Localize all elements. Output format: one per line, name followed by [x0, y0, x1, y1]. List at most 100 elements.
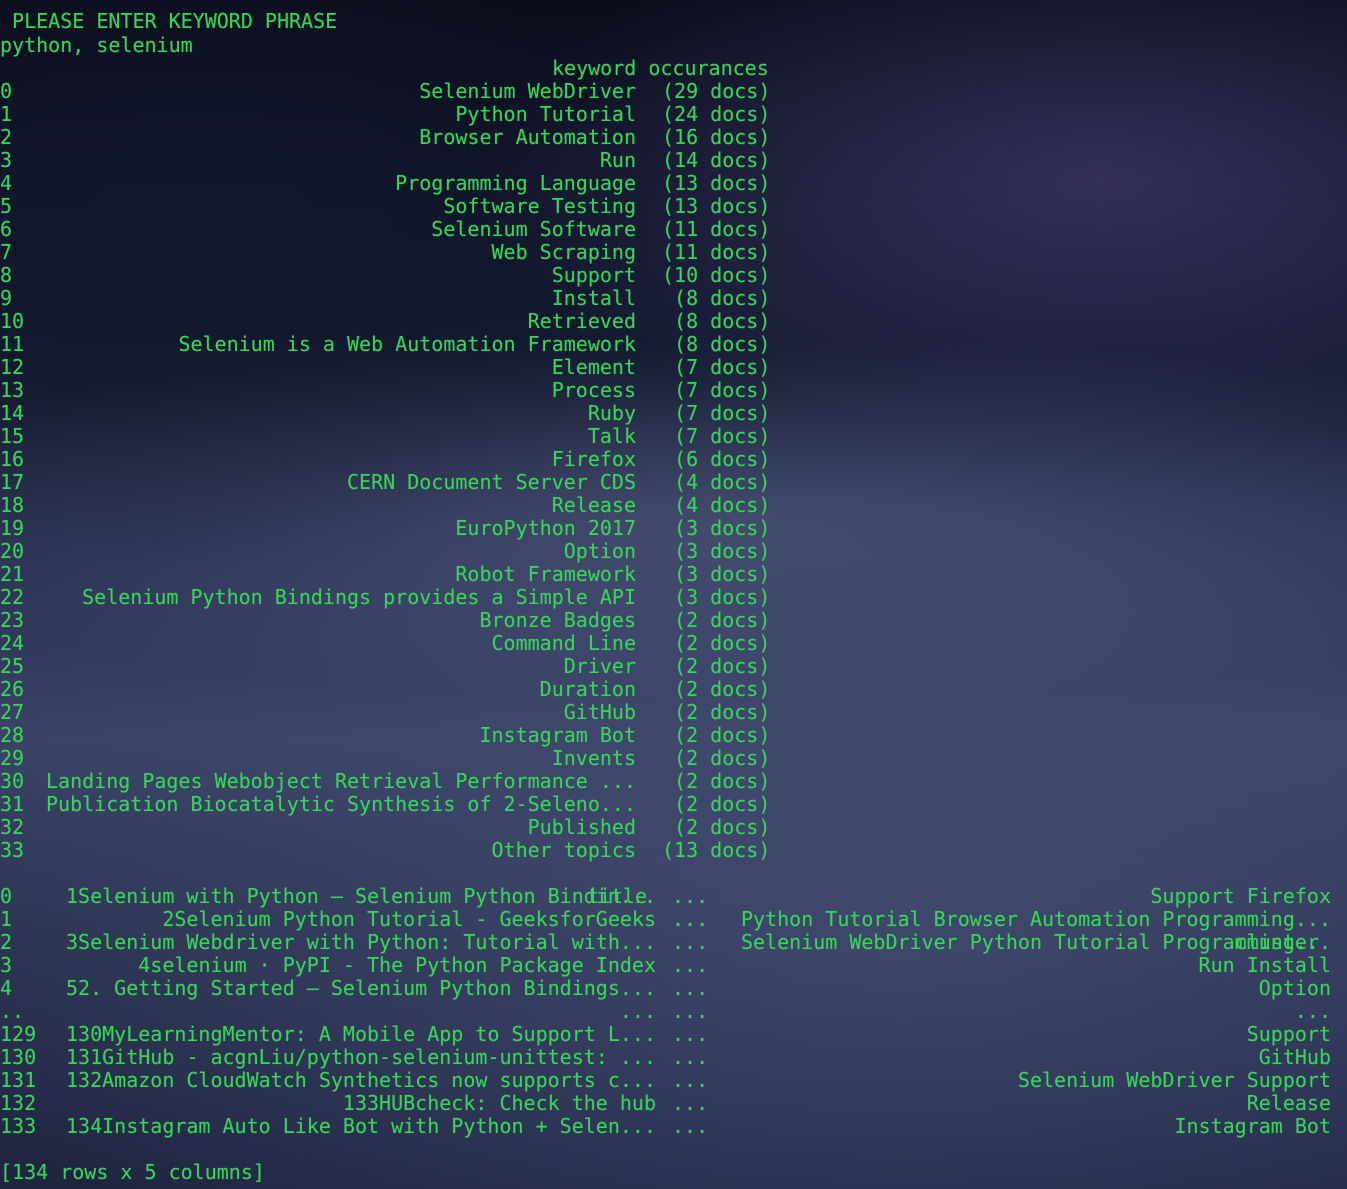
keyword-row-index: 18 — [0, 493, 25, 517]
keyword-row-docs: (7 docs) — [662, 378, 771, 402]
keyword-row: 6 Selenium Software (11 docs) — [0, 218, 800, 241]
results-row-index: .. — [0, 999, 25, 1023]
keyword-row-docs: (11 docs) — [662, 217, 771, 241]
keyword-row: 31 Publication Biocatalytic Synthesis of … — [0, 793, 800, 816]
keyword-row-index: 32 — [0, 815, 25, 839]
keyword-row-docs: (13 docs) — [662, 838, 771, 862]
results-row-cluster: GitHub — [1258, 1045, 1331, 1069]
keyword-row-index: 7 — [0, 240, 13, 264]
keyword-row: 5 Software Testing (13 docs) — [0, 195, 800, 218]
results-row-title: 1Selenium with Python — Selenium Python … — [65, 884, 656, 908]
results-row-index: 3 — [0, 953, 13, 977]
keyword-row-index: 11 — [0, 332, 25, 356]
keyword-row-keyword: Retrieved — [527, 309, 636, 333]
keyword-row-docs: (6 docs) — [662, 447, 771, 471]
keyword-row-keyword: Install — [551, 286, 636, 310]
keyword-row-docs: (3 docs) — [662, 562, 771, 586]
results-row: 131 132Amazon CloudWatch Synthetics now s… — [0, 1069, 1347, 1092]
keyword-row-docs: (10 docs) — [662, 263, 771, 287]
keyword-row-docs: (2 docs) — [662, 654, 771, 678]
results-row-cluster: Instagram Bot — [1174, 1114, 1331, 1138]
keyword-row-keyword: Driver — [563, 654, 636, 678]
keyword-row-index: 8 — [0, 263, 13, 287]
results-row: 1 2Selenium Python Tutorial - GeeksforGee… — [0, 908, 1347, 931]
results-row-title: 133HUBcheck: Check the hub — [342, 1091, 656, 1115]
keyword-row-keyword: Ruby — [587, 401, 636, 425]
keyword-row-docs: (13 docs) — [662, 171, 771, 195]
keyword-row-docs: (8 docs) — [662, 332, 771, 356]
results-row-dots: ... — [672, 1068, 709, 1092]
keyword-row-docs: (13 docs) — [662, 194, 771, 218]
results-row-index: 131 — [0, 1068, 37, 1092]
results-row-cluster: Release — [1246, 1091, 1331, 1115]
results-row-cluster: Support Firefox — [1150, 884, 1331, 908]
keyword-row-keyword: Option — [563, 539, 636, 563]
keyword-row: 11 Selenium is a Web Automation Framework… — [0, 333, 800, 356]
keyword-row-index: 22 — [0, 585, 25, 609]
keyword-row-keyword: Command Line — [491, 631, 637, 655]
results-row-index: 4 — [0, 976, 13, 1000]
keyword-row: 2 Browser Automation (16 docs) — [0, 126, 800, 149]
results-row-cluster: Python Tutorial Browser Automation Progr… — [740, 907, 1331, 931]
results-row-title: 130MyLearningMentor: A Mobile App to Sup… — [65, 1022, 656, 1046]
results-row-index: 129 — [0, 1022, 37, 1046]
results-row-cluster: Run Install — [1198, 953, 1331, 977]
keyword-row-keyword: Publication Biocatalytic Synthesis of 2-… — [45, 792, 636, 816]
keyword-input-line[interactable]: python, selenium — [0, 34, 193, 57]
keyword-row-keyword: Selenium Python Bindings provides a Simp… — [82, 585, 636, 609]
keyword-row-keyword: Programming Language — [395, 171, 636, 195]
keyword-row-index: 20 — [0, 539, 25, 563]
keyword-row-docs: (7 docs) — [662, 424, 771, 448]
results-row-title: 134Instagram Auto Like Bot with Python +… — [65, 1114, 656, 1138]
keyword-row-docs: (7 docs) — [662, 355, 771, 379]
keyword-row: 28 Instagram Bot (2 docs) — [0, 724, 800, 747]
keyword-row-keyword: Release — [551, 493, 636, 517]
keyword-row-docs: (2 docs) — [662, 608, 771, 632]
keyword-row: 12 Element (7 docs) — [0, 356, 800, 379]
results-row: 2 3Selenium Webdriver with Python: Tutori… — [0, 931, 1347, 954]
keyword-row-keyword: Web Scraping — [491, 240, 637, 264]
keyword-row-docs: (11 docs) — [662, 240, 771, 264]
results-row: 132 133HUBcheck: Check the hub... Release — [0, 1092, 1347, 1115]
results-row-dots: ... — [672, 1022, 709, 1046]
keyword-row: 23 Bronze Badges (2 docs) — [0, 609, 800, 632]
keyword-row: 0 Selenium WebDriver (29 docs) — [0, 80, 800, 103]
keyword-row-index: 5 — [0, 194, 13, 218]
keyword-row: 7 Web Scraping (11 docs) — [0, 241, 800, 264]
keyword-row-keyword: Other topics — [491, 838, 637, 862]
keyword-row-index: 21 — [0, 562, 25, 586]
keyword-row-keyword: Element — [551, 355, 636, 379]
keyword-row: 29 Invents (2 docs) — [0, 747, 800, 770]
results-row-dots: ... — [672, 1045, 709, 1069]
keyword-row-docs: (2 docs) — [662, 723, 771, 747]
keyword-row-docs: (14 docs) — [662, 148, 771, 172]
keyword-row: 18 Release (4 docs) — [0, 494, 800, 517]
keyword-row-keyword: Selenium Software — [431, 217, 636, 241]
results-row-dots: ... — [672, 1091, 709, 1115]
keyword-row: 14 Ruby (7 docs) — [0, 402, 800, 425]
keyword-row-docs: (29 docs) — [662, 79, 771, 103]
results-row-index: 1 — [0, 907, 13, 931]
results-row-cluster: Option — [1258, 976, 1331, 1000]
keyword-row-index: 25 — [0, 654, 25, 678]
keyword-row-docs: (4 docs) — [662, 470, 771, 494]
results-row-dots: ... — [672, 953, 709, 977]
keyword-row: 32 Published (2 docs) — [0, 816, 800, 839]
results-row-index: 130 — [0, 1045, 37, 1069]
keyword-row-docs: (24 docs) — [662, 102, 771, 126]
results-row-dots: ... — [672, 930, 709, 954]
keyword-row-docs: (2 docs) — [662, 746, 771, 770]
keyword-input-value: python, selenium — [0, 33, 193, 57]
keyword-row-index: 30 — [0, 769, 25, 793]
terminal-output[interactable]: PLEASE ENTER KEYWORD PHRASE python, sele… — [0, 0, 1347, 1189]
keyword-row-keyword: Robot Framework — [455, 562, 636, 586]
keyword-row-index: 28 — [0, 723, 25, 747]
keyword-row-index: 27 — [0, 700, 25, 724]
keyword-row: 9 Install (8 docs) — [0, 287, 800, 310]
keyword-row-index: 1 — [0, 102, 13, 126]
keyword-row-index: 13 — [0, 378, 25, 402]
keyword-row-index: 31 — [0, 792, 25, 816]
results-row: 3 4selenium · PyPI - The Python Package I… — [0, 954, 1347, 977]
keyword-row-index: 9 — [0, 286, 13, 310]
keyword-row-index: 10 — [0, 309, 25, 333]
